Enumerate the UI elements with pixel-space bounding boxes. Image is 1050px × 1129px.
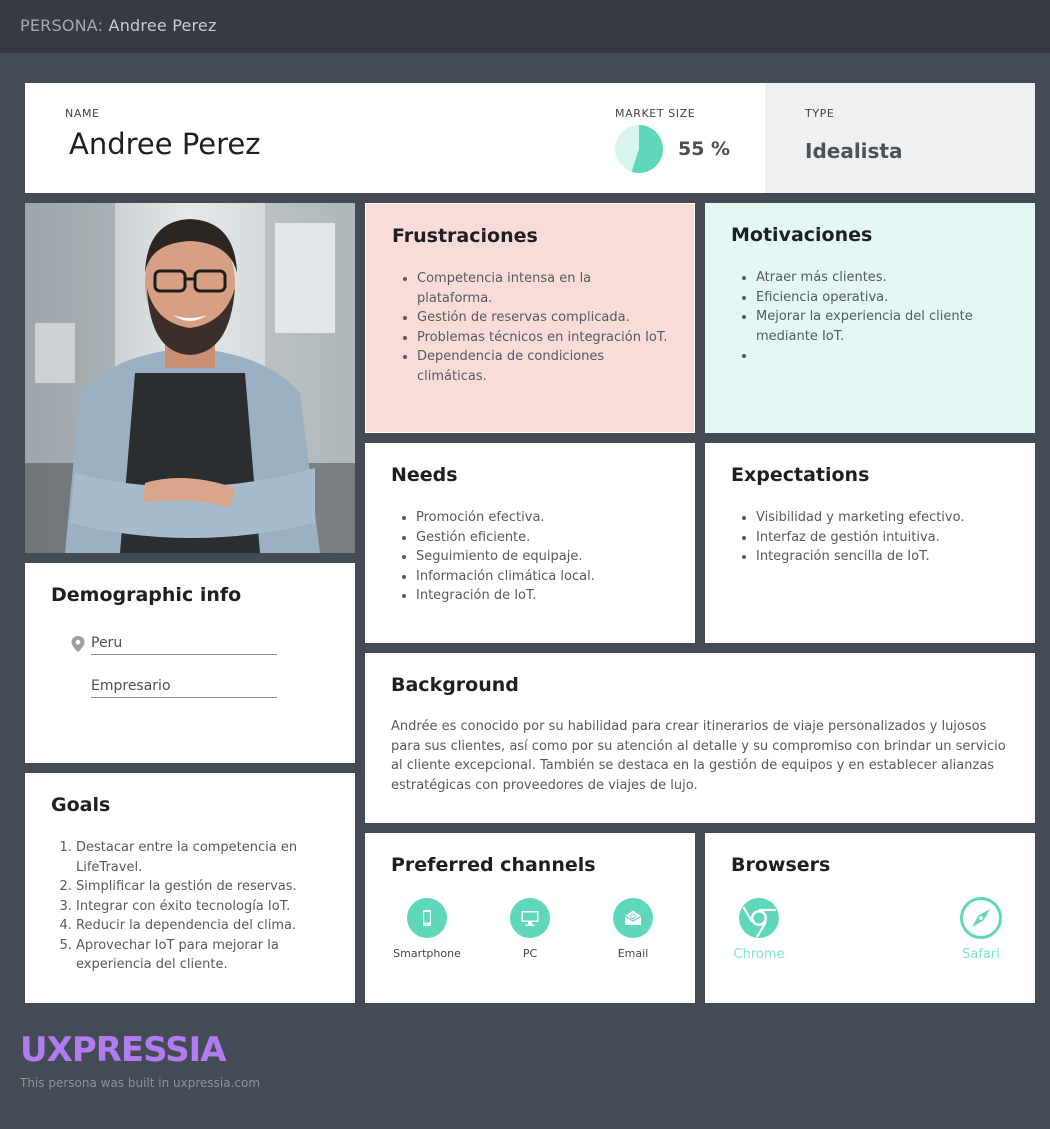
monitor-icon	[510, 898, 550, 938]
browser-chrome[interactable]: Chrome	[719, 897, 799, 962]
frustrations-list: Competencia intensa en la plataforma. Ge…	[417, 269, 670, 386]
goals-list: Destacar entre la competencia en LifeTra…	[76, 838, 331, 975]
goals-title: Goals	[51, 794, 111, 816]
frustrations-item[interactable]: Problemas técnicos en integración IoT.	[417, 328, 670, 348]
email-icon	[613, 898, 653, 938]
market-size-value[interactable]: 55 %	[678, 138, 730, 160]
motivations-title: Motivaciones	[731, 224, 873, 246]
demographic-card: Demographic info Peru Empresario	[25, 563, 355, 763]
needs-card: Needs Promoción efectiva. Gestión eficie…	[365, 443, 695, 643]
motivations-item[interactable]: Eficiencia operativa.	[756, 288, 1011, 308]
motivations-item[interactable]	[756, 346, 1011, 366]
motivations-item[interactable]: Atraer más clientes.	[756, 268, 1011, 288]
market-size-label: MARKET SIZE	[615, 107, 696, 120]
occupation-value: Empresario	[91, 678, 171, 694]
background-text[interactable]: Andrée es conocido por su habilidad para…	[391, 717, 1011, 795]
footer-note[interactable]: This persona was built in uxpressia.com	[20, 1076, 260, 1090]
persona-header: NAME Andree Perez MARKET SIZE 55 % TYPE …	[25, 83, 1035, 193]
channel-label: PC	[522, 947, 538, 960]
background-title: Background	[391, 674, 519, 696]
expectations-list: Visibilidad y marketing efectivo. Interf…	[756, 508, 1011, 567]
goals-item[interactable]: Aprovechar IoT para mejorar la experienc…	[76, 936, 331, 975]
persona-photo[interactable]	[25, 203, 355, 553]
safari-icon	[960, 897, 1002, 939]
expectations-item[interactable]: Integración sencilla de IoT.	[756, 547, 1011, 567]
name-label: NAME	[65, 107, 100, 120]
needs-item[interactable]: Información climática local.	[416, 567, 671, 587]
needs-item[interactable]: Promoción efectiva.	[416, 508, 671, 528]
market-size-pie	[615, 125, 663, 173]
channel-label: Smartphone	[393, 947, 461, 960]
persona-photo-image	[25, 203, 355, 553]
channel-label: Email	[617, 947, 649, 960]
expectations-card: Expectations Visibilidad y marketing efe…	[705, 443, 1035, 643]
motivations-list: Atraer más clientes. Eficiencia operativ…	[756, 268, 1011, 366]
uxpressia-logo[interactable]: UXPRESSIA	[20, 1030, 227, 1070]
page-title-prefix: PERSONA:	[20, 16, 104, 35]
frustrations-item[interactable]: Dependencia de condiciones climáticas.	[417, 347, 670, 386]
page-title: PERSONA: Andree Perez	[20, 16, 217, 35]
browser-safari[interactable]: Safari	[941, 897, 1021, 962]
channel-pc[interactable]: PC	[490, 898, 570, 960]
chrome-icon	[739, 898, 779, 938]
type-label: TYPE	[805, 107, 835, 120]
channels-title: Preferred channels	[391, 854, 596, 876]
page-title-name: Andree Perez	[108, 16, 217, 35]
motivations-card: Motivaciones Atraer más clientes. Eficie…	[705, 203, 1035, 433]
motivations-item[interactable]: Mejorar la experiencia del cliente media…	[756, 307, 1011, 346]
top-bar: PERSONA: Andree Perez	[0, 0, 1050, 53]
frustrations-item[interactable]: Gestión de reservas complicada.	[417, 308, 670, 328]
background-card: Background Andrée es conocido por su hab…	[365, 653, 1035, 823]
goals-item[interactable]: Destacar entre la competencia en LifeTra…	[76, 838, 331, 877]
needs-title: Needs	[391, 464, 458, 486]
goals-card: Goals Destacar entre la competencia en L…	[25, 773, 355, 1003]
needs-item[interactable]: Integración de IoT.	[416, 586, 671, 606]
browsers-title: Browsers	[731, 854, 831, 876]
browsers-card: Browsers Chrome Safari	[705, 833, 1035, 1003]
channels-card: Preferred channels Smartphone PC Email	[365, 833, 695, 1003]
type-value[interactable]: Idealista	[805, 139, 903, 163]
type-box: TYPE Idealista	[765, 83, 1035, 193]
frustrations-card: Frustraciones Competencia intensa en la …	[365, 203, 695, 433]
persona-name[interactable]: Andree Perez	[69, 127, 260, 161]
demographic-title: Demographic info	[51, 584, 242, 606]
expectations-item[interactable]: Interfaz de gestión intuitiva.	[756, 528, 1011, 548]
goals-item[interactable]: Reducir la dependencia del clima.	[76, 916, 331, 936]
location-field[interactable]: Peru	[91, 633, 277, 655]
browser-label: Safari	[962, 947, 1000, 962]
location-value: Peru	[91, 635, 123, 651]
location-pin-icon	[71, 636, 85, 652]
goals-item[interactable]: Simplificar la gestión de reservas.	[76, 877, 331, 897]
channel-email[interactable]: Email	[593, 898, 673, 960]
expectations-title: Expectations	[731, 464, 870, 486]
occupation-field[interactable]: Empresario	[91, 676, 277, 698]
expectations-item[interactable]: Visibilidad y marketing efectivo.	[756, 508, 1011, 528]
needs-item[interactable]: Gestión eficiente.	[416, 528, 671, 548]
smartphone-icon	[407, 898, 447, 938]
goals-item[interactable]: Integrar con éxito tecnología IoT.	[76, 897, 331, 917]
browser-label: Chrome	[733, 947, 785, 962]
frustrations-item[interactable]: Competencia intensa en la plataforma.	[417, 269, 670, 308]
needs-item[interactable]: Seguimiento de equipaje.	[416, 547, 671, 567]
channel-smartphone[interactable]: Smartphone	[387, 898, 467, 960]
needs-list: Promoción efectiva. Gestión eficiente. S…	[416, 508, 671, 606]
frustrations-title: Frustraciones	[392, 225, 538, 247]
